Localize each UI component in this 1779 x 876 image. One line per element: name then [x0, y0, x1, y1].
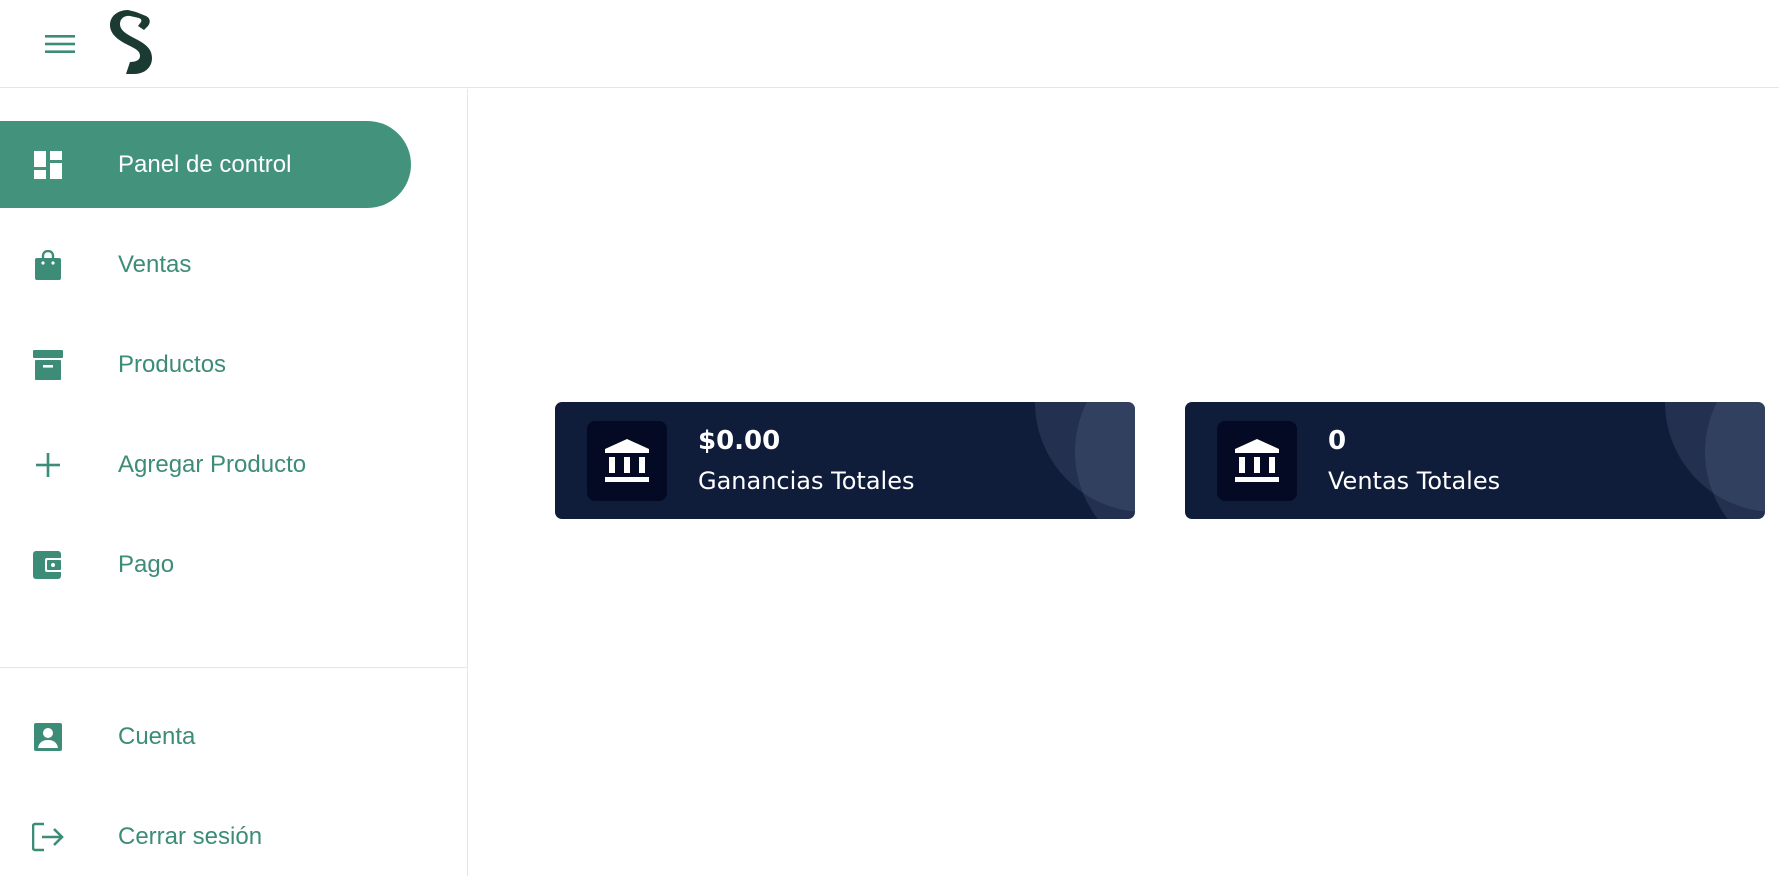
sidebar-item-cerrar-sesion[interactable]: Cerrar sesión	[0, 793, 411, 876]
sidebar-item-agregar-producto[interactable]: Agregar Producto	[0, 421, 411, 508]
sidebar-item-label: Cuenta	[118, 722, 196, 750]
card-title: Ganancias Totales	[698, 467, 915, 495]
hamburger-icon	[45, 35, 75, 53]
sidebar-item-label: Agregar Producto	[118, 450, 307, 478]
sidebar-item-label: Cerrar sesión	[118, 822, 263, 850]
sidebar-item-productos[interactable]: Productos	[0, 321, 411, 408]
dashboard-icon	[32, 149, 64, 181]
bank-icon	[587, 421, 667, 501]
bank-icon	[1217, 421, 1297, 501]
account-box-icon	[32, 721, 64, 753]
sidebar-item-label: Pago	[118, 550, 175, 578]
sidebar-item-cuenta[interactable]: Cuenta	[0, 693, 411, 780]
shopping-bag-icon	[32, 249, 64, 281]
card-decoration	[1075, 402, 1135, 519]
card-title: Ventas Totales	[1328, 467, 1501, 495]
sidebar-divider	[0, 667, 467, 668]
sidebar-item-pago[interactable]: Pago	[0, 521, 411, 608]
logout-icon	[32, 821, 64, 853]
top-bar	[0, 0, 1779, 88]
card-value: 0	[1328, 426, 1347, 456]
sidebar-item-panel-de-control[interactable]: Panel de control	[0, 121, 411, 208]
sidebar-item-label: Panel de control	[118, 150, 292, 178]
sidebar-item-ventas[interactable]: Ventas	[0, 221, 411, 308]
menu-button[interactable]	[36, 24, 84, 64]
wallet-icon	[32, 549, 64, 581]
card-value: $0.00	[698, 426, 781, 456]
s-logo-icon[interactable]	[108, 10, 154, 76]
card-decoration	[1705, 402, 1765, 519]
stat-card-ventas: 0 Ventas Totales	[1185, 402, 1765, 519]
stat-card-ganancias: $0.00 Ganancias Totales	[555, 402, 1135, 519]
sidebar: Panel de control Ventas Productos Agrega…	[0, 89, 468, 876]
archive-box-icon	[32, 349, 64, 381]
sidebar-item-label: Ventas	[118, 250, 192, 278]
plus-icon	[32, 449, 64, 481]
sidebar-item-label: Productos	[118, 350, 227, 378]
